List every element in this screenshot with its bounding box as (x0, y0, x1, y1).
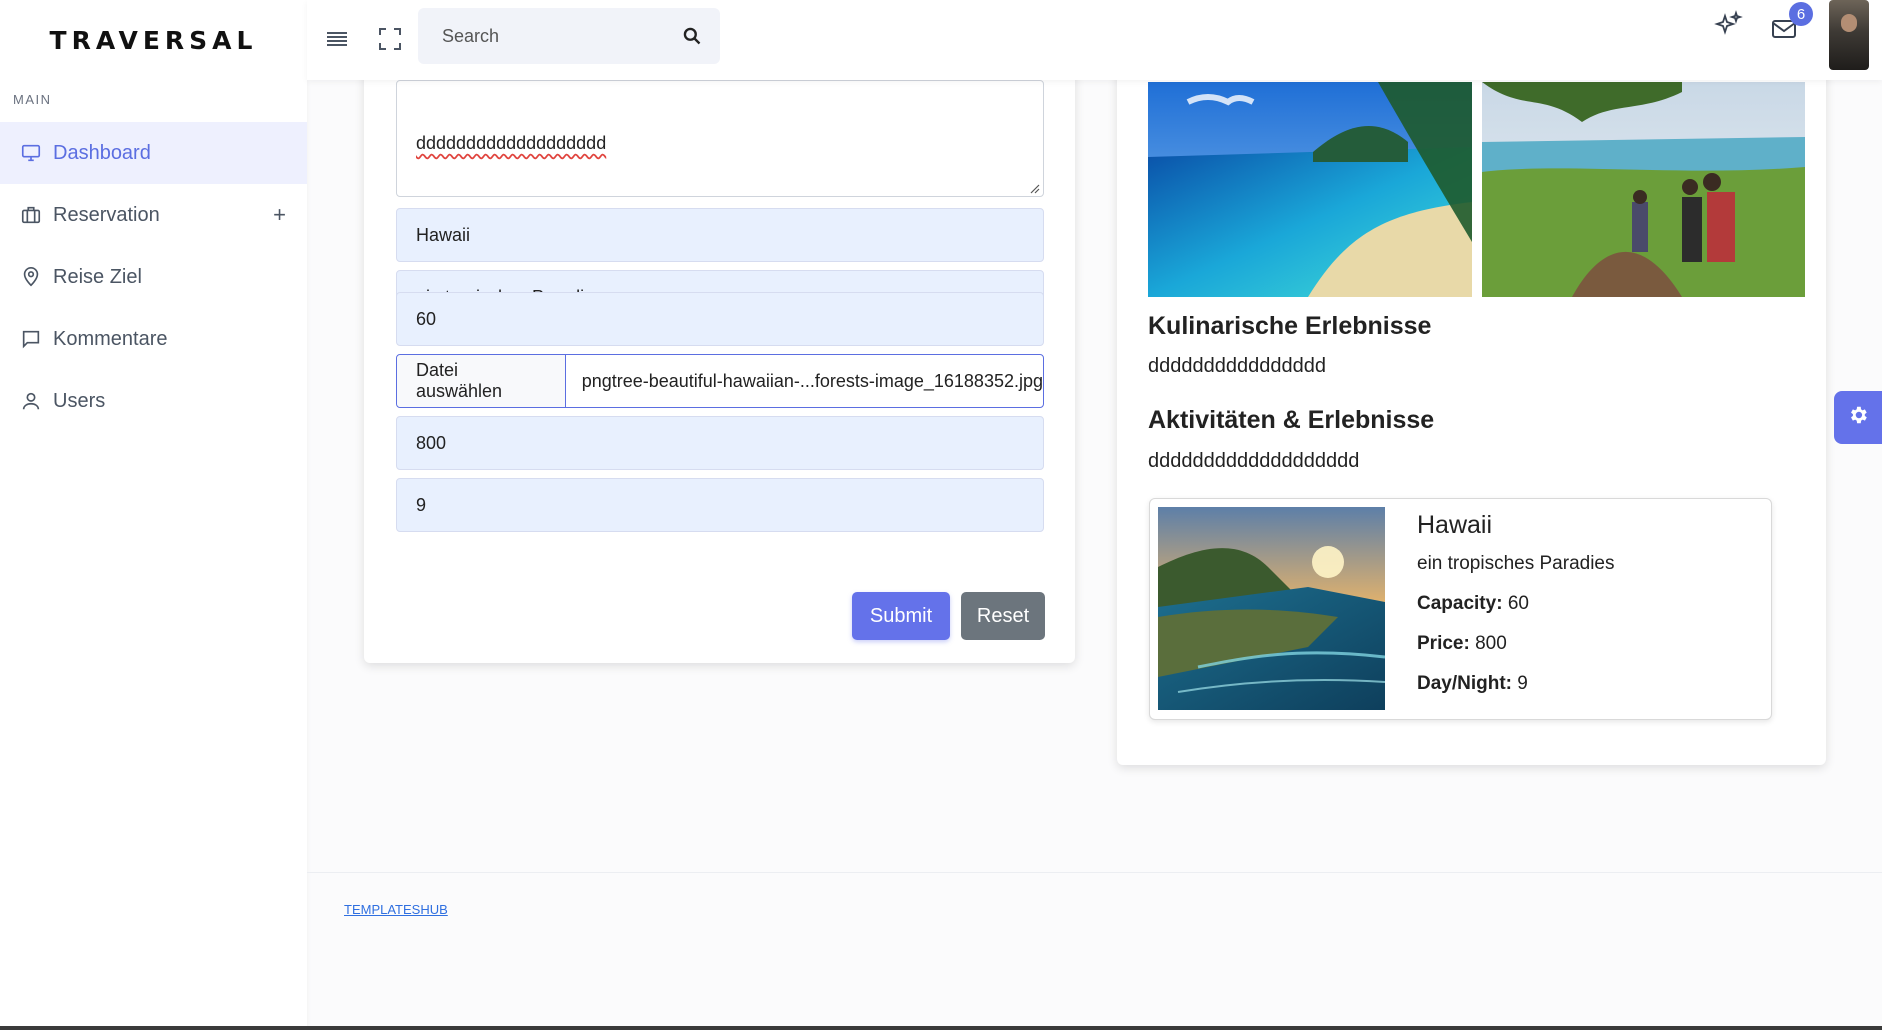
image-file-input[interactable]: Datei auswählen pngtree-beautiful-hawaii… (396, 354, 1044, 408)
card-price: Price: 800 (1417, 633, 1507, 655)
sidebar-item-label: Kommentare (53, 327, 168, 350)
choose-file-button[interactable]: Datei auswählen (397, 355, 566, 407)
search-icon[interactable] (682, 26, 702, 46)
activities-text: ddddddddddddddddddd (1148, 450, 1360, 472)
user-icon (20, 390, 42, 412)
card-day-night-label: Day/Night: (1417, 673, 1512, 694)
sidebar-item-label: Reservation (53, 203, 160, 226)
price-field[interactable]: 800 (396, 416, 1044, 470)
mail-badge: 6 (1789, 2, 1813, 26)
destination-preview: Kulinarische Erlebnisse dddddddddddddddd… (1117, 40, 1826, 765)
sidebar-section-label: MAIN (13, 92, 52, 107)
comment-icon (20, 328, 42, 350)
card-capacity-label: Capacity: (1417, 593, 1503, 614)
card-capacity: Capacity: 60 (1417, 593, 1529, 615)
card-price-value: 800 (1475, 633, 1507, 654)
resize-grip-icon[interactable] (1028, 181, 1040, 194)
sidebar: TRAVERSAL MAIN Dashboard Reservation + R… (0, 0, 307, 1030)
card-day-night: Day/Night: 9 (1417, 673, 1528, 695)
top-header: 6 (307, 0, 1882, 80)
sidebar-nav: Dashboard Reservation + Reise Ziel Komme… (0, 122, 307, 432)
sidebar-item-label: Users (53, 389, 106, 412)
footer-link[interactable]: TEMPLATESHUB (344, 902, 448, 917)
search-input[interactable] (418, 8, 668, 64)
map-pin-icon (20, 266, 42, 288)
sidebar-item-reservation[interactable]: Reservation + (0, 184, 307, 246)
title-field[interactable]: Hawaii (396, 208, 1044, 262)
culinary-heading: Kulinarische Erlebnisse (1148, 312, 1432, 340)
card-title: Hawaii (1417, 511, 1493, 539)
reset-button[interactable]: Reset (961, 592, 1045, 640)
card-capacity-value: 60 (1507, 593, 1529, 614)
destination-form: ddddddddddddddddddd Hawaii ein tropische… (364, 40, 1075, 663)
culinary-text: dddddddddddddddd (1148, 355, 1326, 377)
window-bottom-edge (0, 1026, 1882, 1030)
sidebar-item-label: Reise Ziel (53, 265, 142, 288)
settings-toggle-button[interactable] (1834, 391, 1882, 444)
file-name-label: pngtree-beautiful-hawaiian-...forests-im… (581, 370, 1043, 391)
card-subtitle: ein tropisches Paradies (1417, 553, 1615, 574)
avatar[interactable] (1829, 0, 1869, 70)
briefcase-icon (20, 204, 42, 226)
sidebar-item-dashboard[interactable]: Dashboard (0, 122, 307, 184)
sidebar-item-reise-ziel[interactable]: Reise Ziel (0, 246, 307, 308)
footer-divider (307, 872, 1882, 873)
hiking-photo (1482, 82, 1805, 297)
card-day-night-value: 9 (1517, 673, 1528, 694)
hamburger-menu-icon[interactable] (324, 27, 350, 51)
sidebar-item-label: Dashboard (53, 141, 151, 164)
gear-icon (1847, 404, 1869, 431)
sparkle-icon[interactable] (1711, 8, 1745, 42)
sidebar-item-kommentare[interactable]: Kommentare (0, 308, 307, 370)
beach-photo (1148, 82, 1472, 297)
card-price-label: Price: (1417, 633, 1470, 654)
activities-heading: Aktivitäten & Erlebnisse (1148, 406, 1435, 434)
brand-logo[interactable]: TRAVERSAL (0, 0, 307, 80)
destination-card: Hawaii ein tropisches Paradies Capacity:… (1149, 498, 1772, 720)
submit-button[interactable]: Submit (852, 592, 950, 640)
destination-photo (1158, 507, 1385, 710)
day-night-field[interactable]: 9 (396, 478, 1044, 532)
fullscreen-icon[interactable] (377, 26, 403, 52)
sidebar-item-users[interactable]: Users (0, 370, 307, 432)
search-box (418, 8, 720, 64)
capacity-field[interactable]: 60 (396, 292, 1044, 346)
description-field[interactable]: ddddddddddddddddddd (396, 80, 1044, 197)
expand-plus-icon[interactable]: + (273, 202, 286, 228)
monitor-icon (20, 142, 42, 164)
